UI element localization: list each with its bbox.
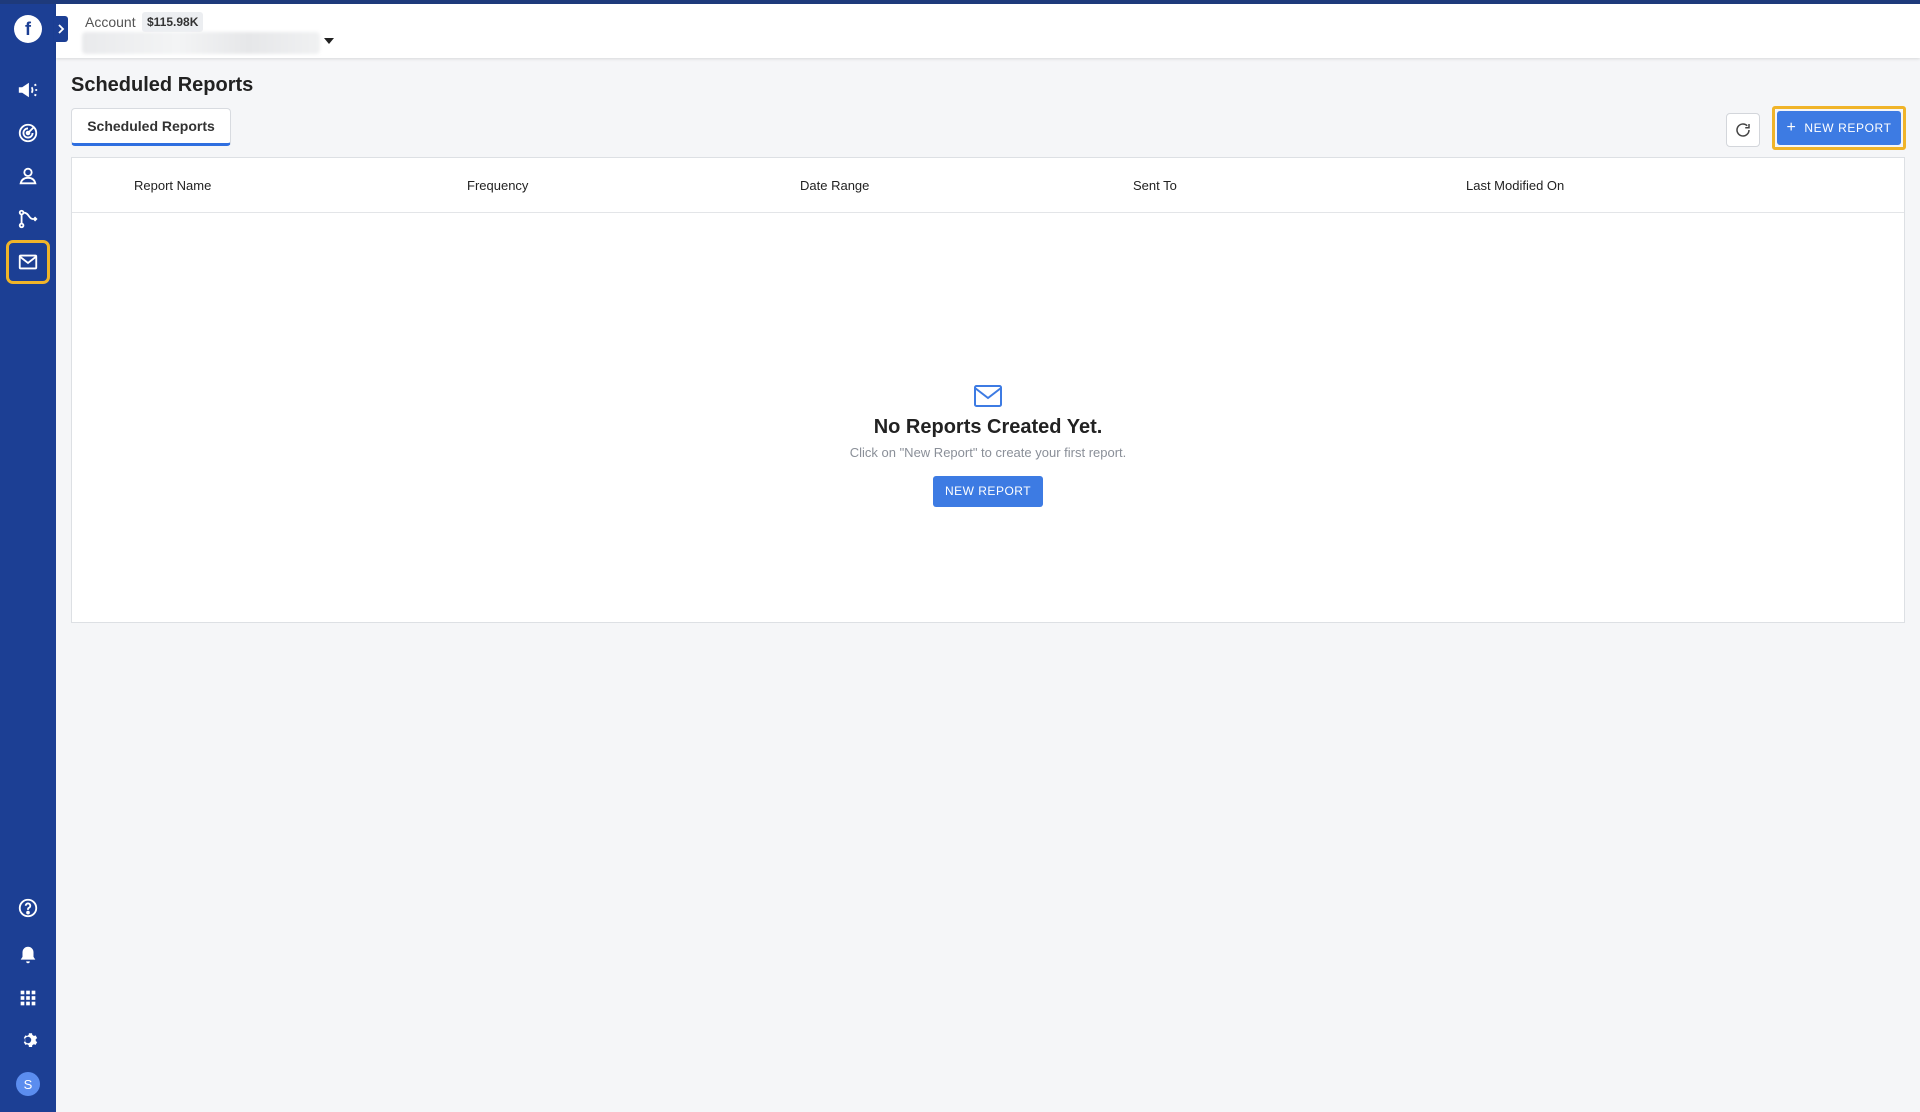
sidebar-item-audience[interactable]: [10, 158, 46, 194]
account-balance-badge: $115.98K: [142, 12, 204, 32]
new-report-highlight: + NEW REPORT: [1772, 106, 1906, 150]
refresh-icon: [1736, 123, 1750, 137]
column-header-date-range[interactable]: Date Range: [800, 178, 869, 193]
app-logo[interactable]: f: [14, 15, 42, 43]
page-title: Scheduled Reports: [71, 74, 254, 96]
mail-icon: [974, 385, 1002, 407]
user-avatar[interactable]: S: [16, 1072, 40, 1096]
pipeline-icon: [18, 209, 38, 229]
mail-icon: [18, 254, 38, 270]
sidebar-item-pipeline[interactable]: [10, 201, 46, 237]
sidebar-item-settings[interactable]: [10, 1022, 46, 1058]
account-selector[interactable]: [82, 32, 320, 54]
empty-state-new-report-button[interactable]: NEW REPORT: [933, 476, 1043, 507]
new-report-button[interactable]: + NEW REPORT: [1777, 111, 1901, 145]
account-label: Account: [85, 14, 136, 30]
new-report-button-label: NEW REPORT: [1804, 121, 1892, 135]
top-header: Account $115.98K: [56, 4, 1920, 58]
refresh-button[interactable]: [1726, 113, 1760, 147]
gear-icon: [23, 1033, 38, 1047]
user-icon: [19, 167, 37, 185]
table-header: Report Name Frequency Date Range Sent To…: [72, 158, 1904, 213]
plus-icon: +: [1786, 119, 1797, 136]
caret-down-icon[interactable]: [324, 38, 334, 44]
logo-letter: f: [25, 18, 31, 39]
sidebar-expand-toggle[interactable]: [54, 16, 68, 42]
column-header-sent-to[interactable]: Sent To: [1133, 178, 1177, 193]
apps-grid-icon: [20, 990, 36, 1006]
column-header-report-name[interactable]: Report Name: [134, 178, 211, 193]
sidebar-item-monitoring[interactable]: [10, 115, 46, 151]
tab-scheduled-reports[interactable]: Scheduled Reports: [71, 108, 231, 146]
empty-state: No Reports Created Yet. Click on "New Re…: [72, 384, 1904, 507]
empty-state-subtitle: Click on "New Report" to create your fir…: [849, 445, 1127, 460]
megaphone-icon: [18, 82, 38, 98]
help-icon: [18, 898, 38, 918]
top-accent-bar: [0, 0, 1920, 4]
bell-icon: [20, 946, 36, 964]
column-header-last-modified-on[interactable]: Last Modified On: [1466, 178, 1564, 193]
column-header-frequency[interactable]: Frequency: [467, 178, 528, 193]
reports-table: Report Name Frequency Date Range Sent To…: [71, 157, 1905, 623]
sidebar: f S: [0, 0, 56, 1112]
radar-icon: [18, 123, 38, 143]
sidebar-item-help[interactable]: [10, 890, 46, 926]
sidebar-item-campaigns[interactable]: [10, 72, 46, 108]
sidebar-item-apps[interactable]: [10, 980, 46, 1016]
empty-state-title: No Reports Created Yet.: [873, 416, 1103, 438]
chevron-right-icon: [58, 24, 65, 34]
sidebar-item-notifications[interactable]: [10, 937, 46, 973]
sidebar-item-scheduled-reports[interactable]: [6, 240, 50, 284]
